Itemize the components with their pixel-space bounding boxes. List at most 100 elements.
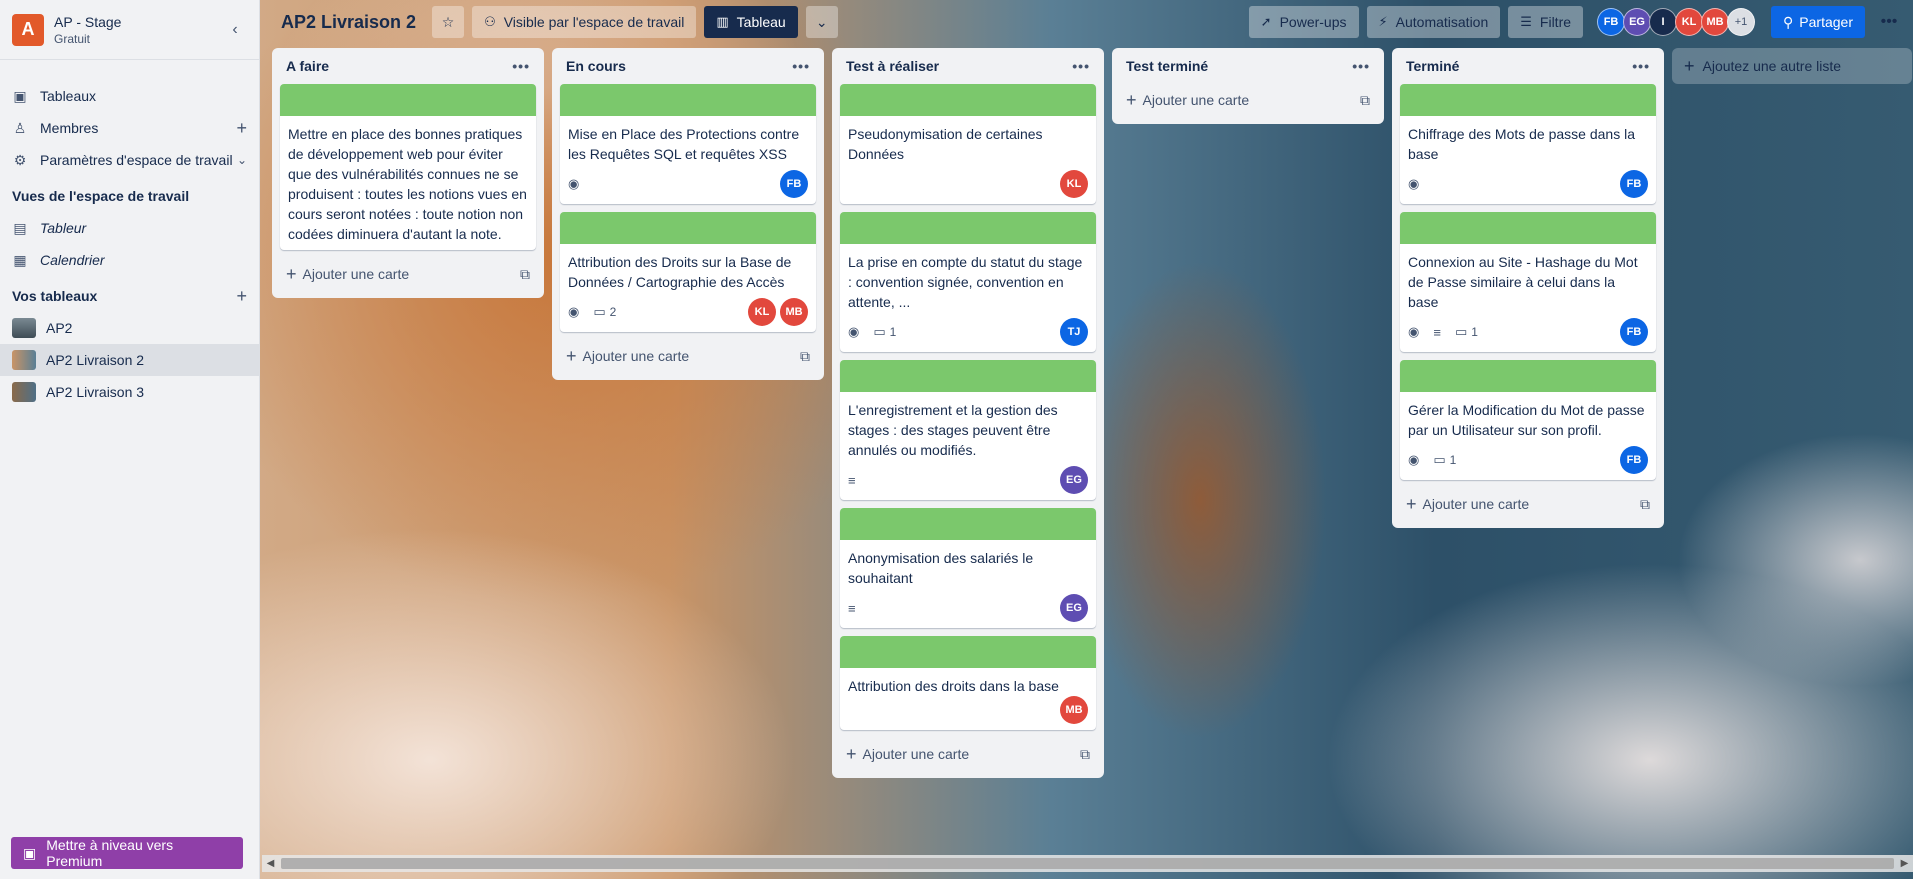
powerups-button[interactable]: ➚ Power-ups	[1248, 6, 1359, 38]
list-menu-icon[interactable]: •••	[792, 58, 810, 74]
card[interactable]: La prise en compte du statut du stage : …	[840, 212, 1096, 352]
card-cover	[840, 508, 1096, 540]
workspace-header[interactable]: A AP - Stage Gratuit ‹	[0, 0, 259, 60]
avatar[interactable]: I	[1649, 8, 1678, 36]
avatar[interactable]: FB	[1620, 446, 1648, 474]
avatar[interactable]: EG	[1060, 594, 1088, 622]
avatar[interactable]: MB	[780, 298, 808, 326]
board-menu-icon[interactable]: •••	[1873, 6, 1905, 38]
add-board-icon[interactable]: +	[236, 286, 247, 307]
comment-icon: ▭	[873, 324, 886, 339]
list-menu-icon[interactable]: •••	[512, 58, 530, 74]
board-header: AP2 Livraison 2 ☆ ⚇ Visible par l'espace…	[261, 0, 1913, 44]
filter-button[interactable]: ☰ Filtre	[1508, 6, 1584, 38]
trello-icon: ▣	[13, 87, 27, 104]
add-card-button[interactable]: + Ajouter une carte ⧉	[840, 738, 1096, 770]
card[interactable]: Connexion au Site - Hashage du Mot de Pa…	[1400, 212, 1656, 352]
list-menu-icon[interactable]: •••	[1632, 58, 1650, 74]
card-template-icon[interactable]: ⧉	[800, 348, 810, 365]
sidebar-board-ap2-livraison-3[interactable]: AP2 Livraison 3	[0, 376, 259, 408]
scroll-right-icon[interactable]: ▶	[1896, 858, 1913, 869]
avatar[interactable]: EG	[1623, 8, 1652, 36]
avatar[interactable]: FB	[1597, 8, 1626, 36]
avatar[interactable]: FB	[1620, 318, 1648, 346]
list-header[interactable]: Test terminé •••	[1120, 48, 1376, 84]
card[interactable]: Mise en Place des Protections contre les…	[560, 84, 816, 204]
list-title[interactable]: En cours	[566, 58, 792, 74]
avatar[interactable]: KL	[748, 298, 776, 326]
add-card-button[interactable]: + Ajouter une carte ⧉	[1400, 488, 1656, 520]
filter-icon: ☰	[1520, 14, 1532, 29]
share-button[interactable]: ⚲ Partager	[1771, 6, 1865, 38]
list-header[interactable]: Terminé •••	[1400, 48, 1656, 84]
avatar[interactable]: TJ	[1060, 318, 1088, 346]
automation-button[interactable]: ⚡ Automatisation	[1366, 6, 1501, 38]
board-members: FB EG I KL MB +1	[1597, 8, 1756, 36]
board-thumbnail	[12, 382, 36, 402]
card[interactable]: Anonymisation des salariés le souhaitant…	[840, 508, 1096, 628]
card-title: Chiffrage des Mots de passe dans la base	[1408, 126, 1635, 162]
visibility-label: Visible par l'espace de travail	[503, 14, 685, 30]
sidebar-item-tableaux[interactable]: ▣ Tableaux	[0, 80, 259, 112]
card[interactable]: Chiffrage des Mots de passe dans la base…	[1400, 84, 1656, 204]
list-title[interactable]: Test à réaliser	[846, 58, 1072, 74]
boards-section-title: Vos tableaux +	[12, 285, 247, 307]
sidebar-board-ap2[interactable]: AP2	[0, 312, 259, 344]
card-template-icon[interactable]: ⧉	[520, 266, 530, 283]
card-template-icon[interactable]: ⧉	[1080, 746, 1090, 763]
avatar[interactable]: FB	[1620, 170, 1648, 198]
avatar[interactable]: MB	[1060, 696, 1088, 724]
visibility-button[interactable]: ⚇ Visible par l'espace de travail	[472, 6, 697, 38]
workspace-name: AP - Stage	[54, 13, 122, 30]
card[interactable]: Pseudonymisation de certaines Données KL	[840, 84, 1096, 204]
sidebar-item-label: Paramètres d'espace de travail	[40, 152, 233, 168]
view-switcher-button[interactable]: ⌄	[805, 6, 838, 38]
avatar[interactable]: EG	[1060, 466, 1088, 494]
avatar[interactable]: KL	[1675, 8, 1704, 36]
card[interactable]: Attribution des droits dans la base MB	[840, 636, 1096, 730]
add-member-icon[interactable]: +	[236, 118, 247, 139]
sidebar-item-label: Membres	[40, 120, 99, 136]
people-icon: ⚇	[484, 14, 496, 29]
list-header[interactable]: A faire •••	[280, 48, 536, 84]
avatar[interactable]: KL	[1060, 170, 1088, 198]
more-members-badge[interactable]: +1	[1727, 8, 1756, 36]
sidebar-item-parametres[interactable]: ⚙ Paramètres d'espace de travail ⌄	[0, 144, 259, 176]
avatar[interactable]: FB	[780, 170, 808, 198]
card-template-icon[interactable]: ⧉	[1640, 496, 1650, 513]
list-header[interactable]: En cours •••	[560, 48, 816, 84]
avatar[interactable]: MB	[1701, 8, 1730, 36]
sidebar-item-label: Tableaux	[40, 88, 97, 104]
watch-icon: ◉	[1408, 452, 1420, 467]
card-cover	[560, 212, 816, 244]
list-header[interactable]: Test à réaliser •••	[840, 48, 1096, 84]
view-tableau-button[interactable]: ▥ Tableau	[704, 6, 798, 38]
list-title[interactable]: Terminé	[1406, 58, 1632, 74]
star-button[interactable]: ☆	[432, 6, 465, 38]
card[interactable]: Attribution des Droits sur la Base de Do…	[560, 212, 816, 332]
sidebar-board-ap2-livraison-2[interactable]: AP2 Livraison 2	[0, 344, 259, 376]
board-title[interactable]: AP2 Livraison 2	[281, 12, 416, 33]
card-template-icon[interactable]: ⧉	[1360, 92, 1370, 109]
list-menu-icon[interactable]: •••	[1072, 58, 1090, 74]
horizontal-scrollbar[interactable]: ◀ ▶	[262, 855, 1913, 872]
add-card-button[interactable]: + Ajouter une carte ⧉	[1120, 84, 1376, 116]
list-title[interactable]: A faire	[286, 58, 512, 74]
add-card-button[interactable]: + Ajouter une carte ⧉	[560, 340, 816, 372]
scrollbar-thumb[interactable]	[281, 858, 1894, 869]
card[interactable]: L'enregistrement et la gestion des stage…	[840, 360, 1096, 500]
chevron-down-icon: ⌄	[815, 13, 828, 30]
sidebar-item-calendrier[interactable]: ▦ Calendrier	[0, 244, 259, 276]
list-menu-icon[interactable]: •••	[1352, 58, 1370, 74]
card[interactable]: Gérer la Modification du Mot de passe pa…	[1400, 360, 1656, 480]
add-list-label: Ajoutez une autre liste	[1702, 58, 1842, 74]
add-list-button[interactable]: + Ajoutez une autre liste	[1672, 48, 1912, 84]
collapse-sidebar-icon[interactable]: ‹	[223, 21, 247, 39]
add-card-button[interactable]: + Ajouter une carte ⧉	[280, 258, 536, 290]
list-title[interactable]: Test terminé	[1126, 58, 1352, 74]
scroll-left-icon[interactable]: ◀	[262, 858, 279, 869]
card[interactable]: Mettre en place des bonnes pratiques de …	[280, 84, 536, 250]
upgrade-premium-button[interactable]: ▣ Mettre à niveau vers Premium	[11, 837, 243, 869]
sidebar-item-membres[interactable]: ♙ Membres +	[0, 112, 259, 144]
sidebar-item-tableur[interactable]: ▤ Tableur	[0, 212, 259, 244]
